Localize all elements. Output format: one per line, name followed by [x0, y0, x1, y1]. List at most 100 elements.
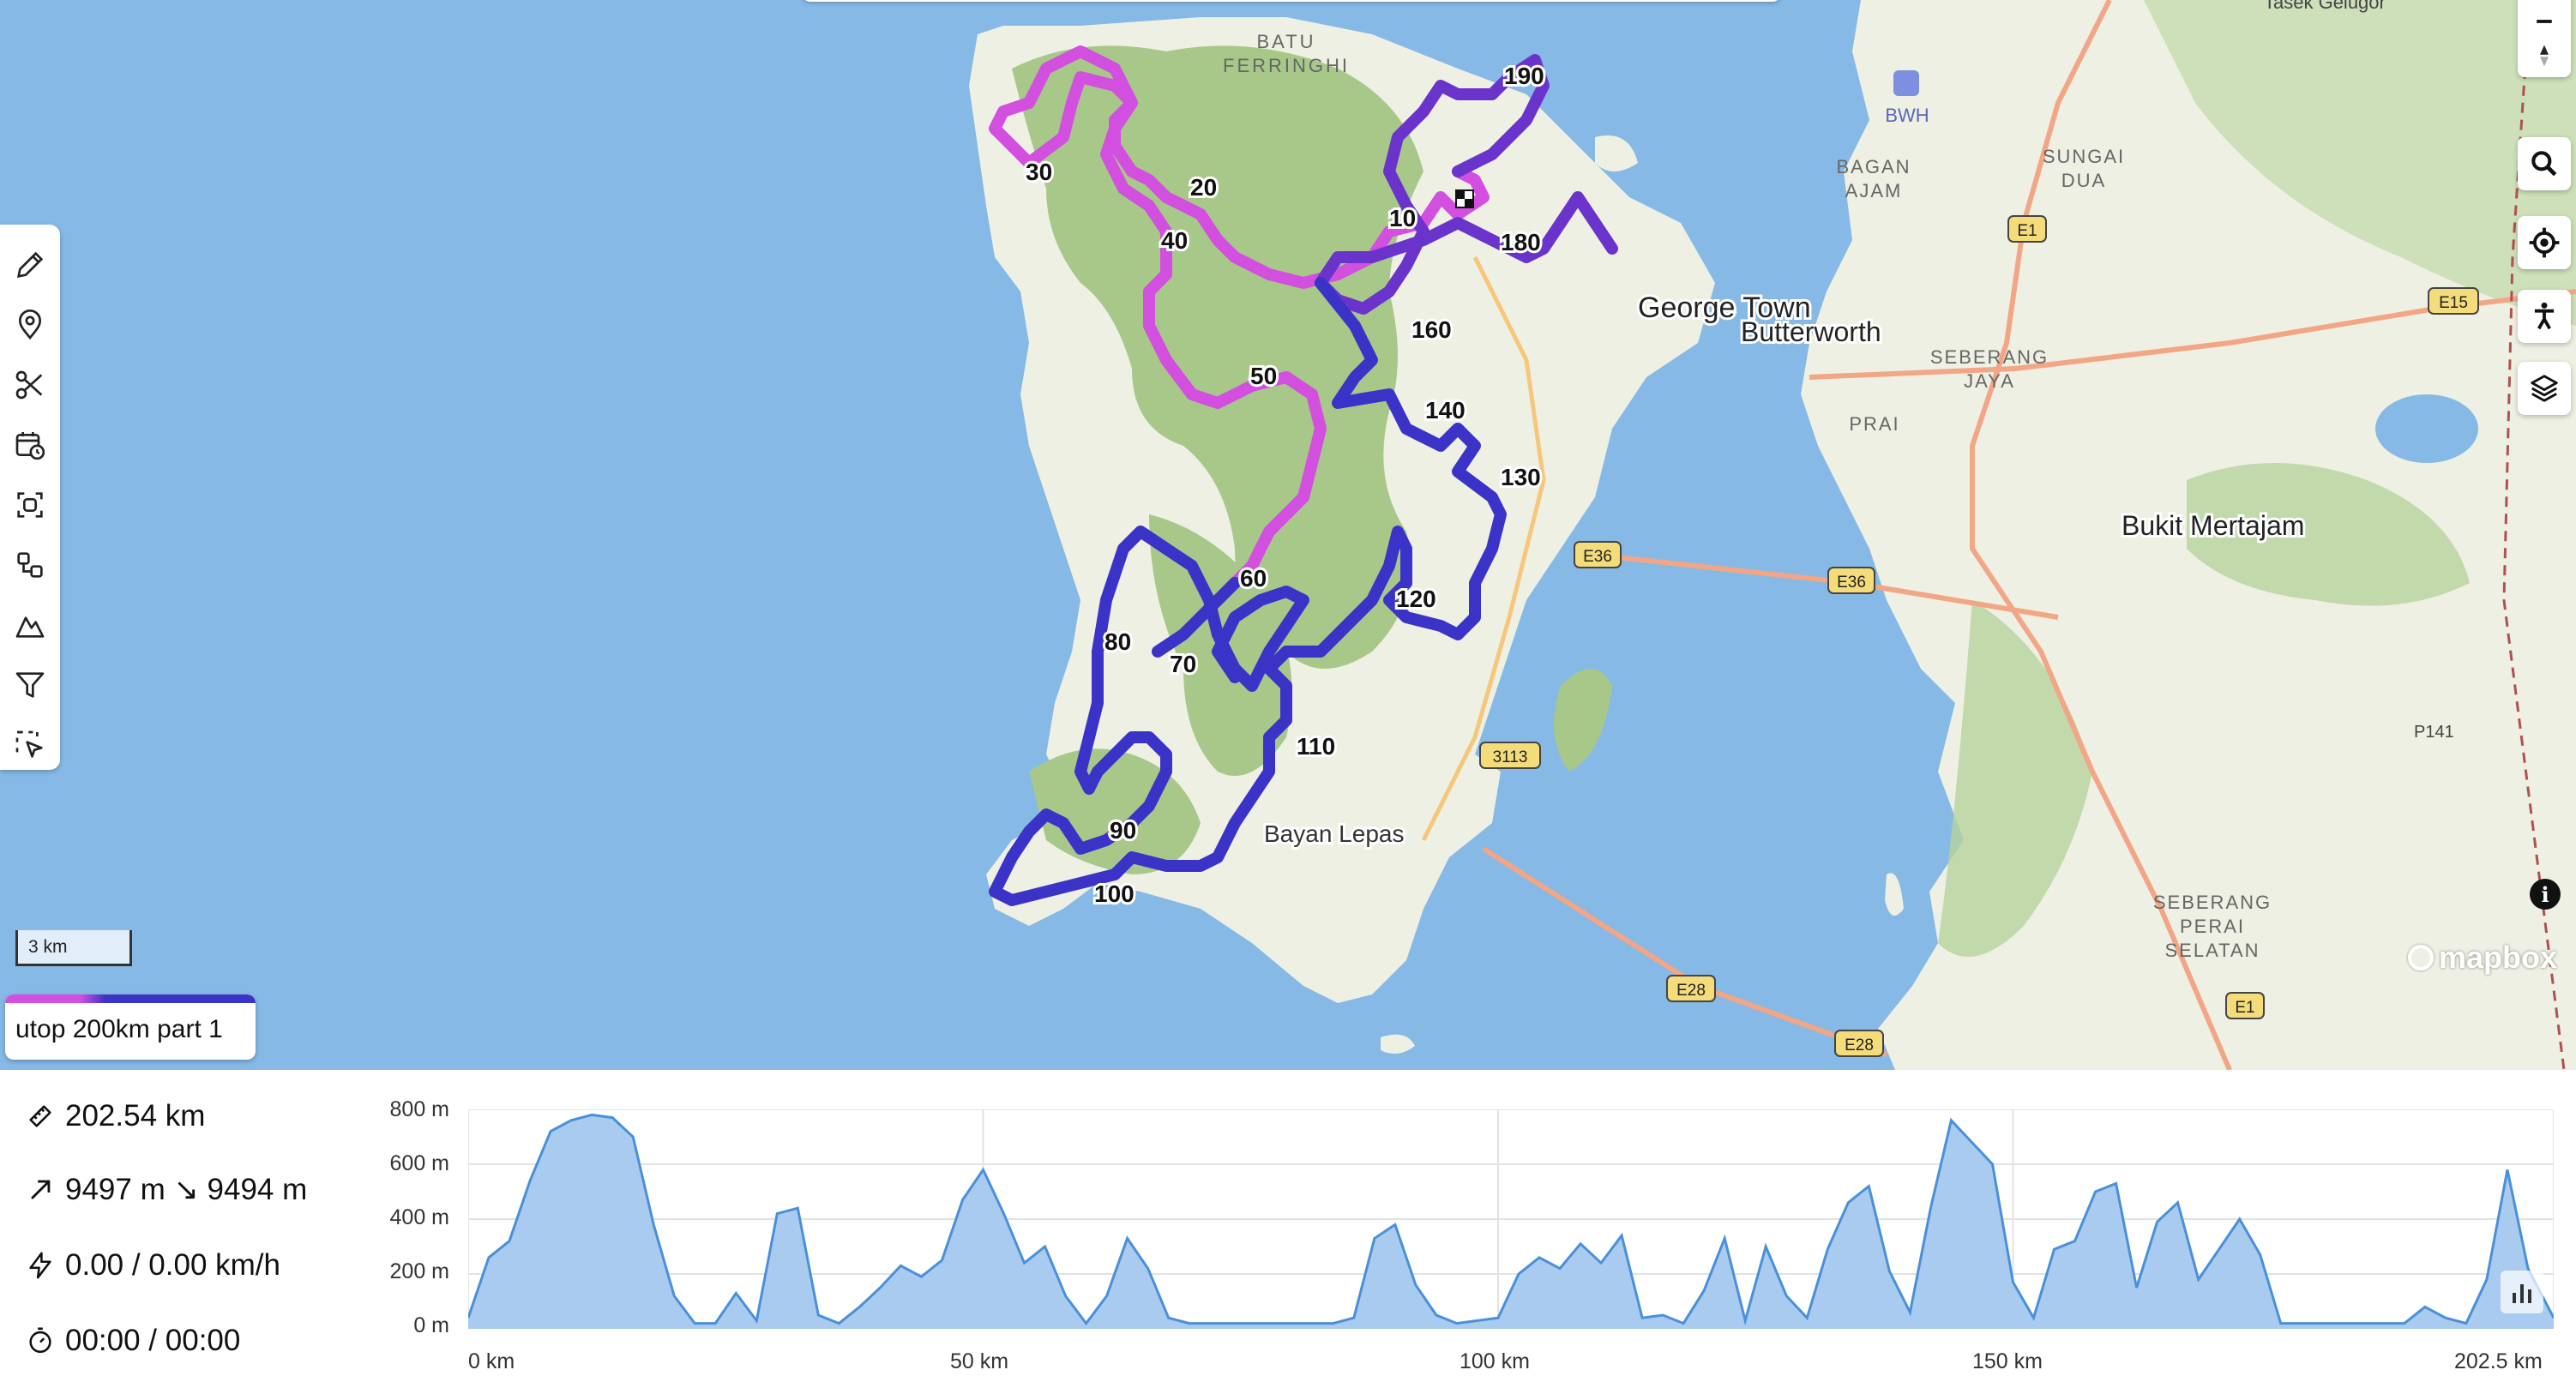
svg-text:E28: E28 — [1845, 1036, 1874, 1055]
svg-text:E1: E1 — [2235, 999, 2254, 1017]
info-button[interactable]: i — [2530, 879, 2561, 910]
filter-tool[interactable] — [9, 664, 51, 706]
y-tick-800: 800 m — [389, 1097, 449, 1121]
y-tick-0: 0 m — [413, 1313, 449, 1337]
islet-south — [1381, 1034, 1415, 1054]
select-pointer-icon — [15, 730, 43, 758]
svg-text:E36: E36 — [1837, 574, 1866, 592]
layers-button[interactable] — [2518, 362, 2571, 415]
svg-text:E1: E1 — [2017, 222, 2037, 240]
person-icon — [2534, 302, 2555, 330]
mapbox-mark-icon — [2408, 945, 2434, 970]
track-tab[interactable]: utop 200km part 1 — [5, 994, 256, 1060]
layers-icon — [2531, 375, 2558, 402]
label-seberang-perai-2: PERAI — [2180, 916, 2245, 937]
label-ajam: AJAM — [1845, 180, 1903, 201]
zoom-out-button[interactable] — [2518, 9, 2571, 34]
shield-e1a: E1 — [2007, 215, 2047, 243]
shield-3113: 3113 — [1479, 742, 1541, 769]
label-p141: P141 — [2414, 723, 2454, 742]
label-butterworth: Butterworth — [1741, 316, 1881, 347]
locate-button[interactable] — [2518, 216, 2571, 269]
map[interactable]: 10 20 30 40 50 60 70 80 90 100 110 120 130 140 160 180 1… — [0, 0, 2576, 1070]
reservoir — [2375, 394, 2478, 463]
label-bwh: BWH — [1885, 105, 1929, 126]
label-seberang-jaya-2: JAYA — [1964, 370, 2015, 392]
islet-north — [1595, 135, 1638, 171]
bottom-panel: 202.54 km 9497 m ↘ 9494 m 0.00 / 0.00 km… — [0, 1070, 2576, 1382]
bar-chart-icon-bar — [2528, 1289, 2531, 1303]
map-canvas[interactable]: 10 20 30 40 50 60 70 80 90 100 110 120 130 140 160 180 1… — [0, 0, 2576, 1070]
group-icon — [17, 492, 43, 518]
x-tick-150: 150 km — [1972, 1349, 2043, 1373]
finish-flag-icon — [1455, 189, 1474, 208]
km-marker: 120 — [1396, 586, 1436, 612]
shapes-icon — [17, 552, 43, 578]
x-tick-100: 100 km — [1460, 1349, 1530, 1373]
search-button[interactable] — [2518, 137, 2571, 190]
label-seberang-perai-1: SEBERANG — [2153, 892, 2272, 913]
km-marker: 40 — [1161, 227, 1188, 254]
label-bayan-lepas: Bayan Lepas — [1264, 820, 1404, 847]
label-seberang-jaya-1: SEBERANG — [1930, 346, 2049, 368]
compass-button[interactable] — [2518, 34, 2571, 77]
stat-time: 00:00 / 00:00 — [26, 1324, 240, 1358]
zap-icon — [29, 1252, 51, 1279]
y-tick-600: 600 m — [389, 1151, 449, 1175]
scissors-icon — [15, 370, 43, 400]
mapbox-logo[interactable]: mapbox — [2408, 940, 2557, 976]
mountain-icon — [15, 616, 45, 638]
pencil-icon — [16, 251, 44, 279]
svg-text:E15: E15 — [2439, 294, 2468, 312]
elevation-profile-chart[interactable] — [468, 1109, 2554, 1329]
draw-tool[interactable] — [9, 243, 51, 286]
speed-value: 0.00 / 0.00 km/h — [65, 1248, 280, 1282]
label-prai: PRAI — [1849, 413, 1899, 435]
shield-e28a: E28 — [1666, 975, 1716, 1002]
label-sungai: SUNGAI — [2043, 146, 2125, 167]
poi-tool[interactable] — [9, 303, 51, 346]
label-tasek-gelugor: Tasek Gelugor — [2264, 0, 2386, 13]
scale-bar: 3 km — [15, 930, 132, 966]
extract-tool[interactable] — [9, 544, 51, 586]
svg-text:E28: E28 — [1676, 982, 1706, 1000]
split-tool[interactable] — [9, 364, 51, 406]
x-tick-202: 202.5 km — [2454, 1349, 2543, 1373]
y-tick-200: 200 m — [389, 1259, 449, 1283]
time-tool[interactable] — [9, 424, 51, 466]
shield-e36b: E36 — [1827, 567, 1875, 594]
y-tick-400: 400 m — [389, 1205, 449, 1229]
stat-distance: 202.54 km — [26, 1099, 205, 1133]
elevation-tool[interactable] — [9, 604, 51, 646]
elevation-value: 9497 m ↘ 9494 m — [65, 1173, 308, 1206]
info-icon: i — [2541, 881, 2549, 907]
ruler-icon — [29, 1105, 51, 1127]
street-view-button[interactable] — [2518, 290, 2571, 343]
x-tick-0: 0 km — [468, 1349, 515, 1373]
minus-icon — [2537, 20, 2552, 23]
x-tick-50: 50 km — [950, 1349, 1009, 1373]
km-marker: 80 — [1104, 628, 1131, 655]
map-pin-icon — [18, 309, 42, 340]
label-bukit-mertajam: Bukit Mertajam — [2122, 510, 2304, 541]
select-tool[interactable] — [9, 724, 51, 766]
time-value: 00:00 / 00:00 — [65, 1324, 241, 1357]
track-gradient-bar — [5, 994, 256, 1003]
stat-elevation: 9497 m ↘ 9494 m — [26, 1173, 307, 1207]
scale-label: 3 km — [28, 937, 68, 957]
km-marker: 70 — [1170, 651, 1196, 677]
merge-tool[interactable] — [9, 484, 51, 526]
search-bar[interactable] — [802, 0, 1781, 2]
chart-options-button[interactable] — [2501, 1271, 2543, 1313]
stat-speed: 0.00 / 0.00 km/h — [26, 1248, 280, 1283]
km-marker: 130 — [1501, 464, 1541, 490]
label-bagan: BAGAN — [1836, 156, 1911, 177]
bar-chart-icon-bar — [2513, 1293, 2516, 1303]
road-e28-bridge — [1482, 846, 1888, 1057]
km-marker: 180 — [1501, 229, 1541, 255]
zoom-controls — [2518, 0, 2571, 77]
islet-mid — [1885, 873, 1904, 916]
label-seberang-perai-3: SELATAN — [2165, 940, 2260, 961]
label-batu: BATU — [1256, 31, 1315, 52]
km-marker: 160 — [1411, 316, 1452, 343]
